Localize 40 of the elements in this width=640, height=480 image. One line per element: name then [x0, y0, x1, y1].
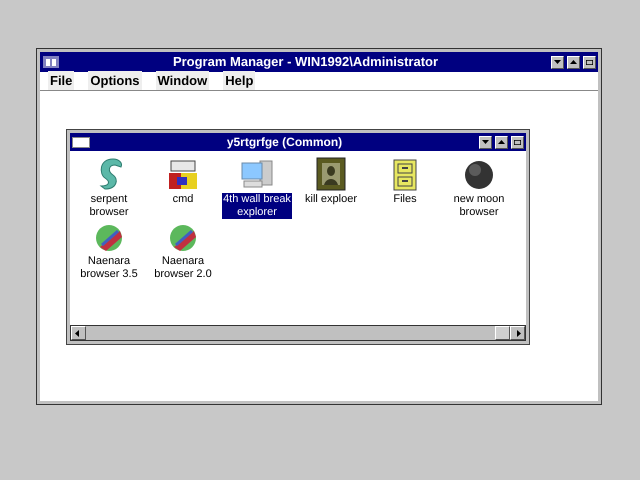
- program-icon-label[interactable]: Files: [370, 193, 440, 206]
- control-menu-icon[interactable]: [72, 136, 90, 148]
- minimize-button[interactable]: [551, 56, 564, 68]
- scroll-left-button[interactable]: [71, 326, 86, 340]
- program-icon-label[interactable]: new moon browser: [444, 193, 514, 219]
- minimize-button[interactable]: [479, 136, 492, 148]
- program-icon-label[interactable]: 4th wall break explorer: [222, 193, 292, 219]
- caret-up-icon: [498, 140, 505, 144]
- caret-up-icon: [570, 60, 577, 64]
- program-icon-label[interactable]: kill exploer: [296, 193, 366, 206]
- menu-item[interactable]: File: [48, 71, 74, 91]
- arrow-right-icon: [514, 330, 521, 336]
- caret-down-icon: [554, 60, 561, 64]
- globe-icon: [94, 223, 124, 253]
- program-icon-label[interactable]: cmd: [148, 193, 218, 206]
- globe-icon: [168, 223, 198, 253]
- moon-icon: [463, 159, 495, 191]
- window-title: Program Manager - WIN1992\Administrator: [172, 53, 440, 72]
- scroll-thumb[interactable]: [495, 326, 510, 340]
- restore-button[interactable]: [583, 56, 596, 68]
- menu-item[interactable]: Window: [156, 71, 210, 91]
- horizontal-scrollbar[interactable]: [70, 325, 526, 341]
- framed-portrait-icon: [316, 157, 346, 191]
- arrow-left-icon: [75, 330, 82, 336]
- caret-down-icon: [482, 140, 489, 144]
- menu-item[interactable]: Help: [223, 71, 256, 91]
- program-icon-label[interactable]: Naenara browser 3.5: [74, 255, 144, 281]
- maximize-button[interactable]: [567, 56, 580, 68]
- scroll-right-button[interactable]: [510, 326, 525, 340]
- ms-dos-icon: [167, 159, 199, 191]
- program-icon-label[interactable]: Naenara browser 2.0: [148, 255, 218, 281]
- restore-button[interactable]: [511, 136, 524, 148]
- file-cabinet-icon: [392, 159, 418, 191]
- restore-icon: [586, 60, 593, 64]
- group-title: y5rtgrfge (Common): [226, 134, 344, 151]
- control-menu-icon[interactable]: [42, 55, 60, 69]
- maximize-button[interactable]: [495, 136, 508, 148]
- menu-item[interactable]: Options: [88, 71, 142, 91]
- restore-icon: [514, 140, 521, 144]
- program-icon-label[interactable]: serpent browser: [74, 193, 144, 219]
